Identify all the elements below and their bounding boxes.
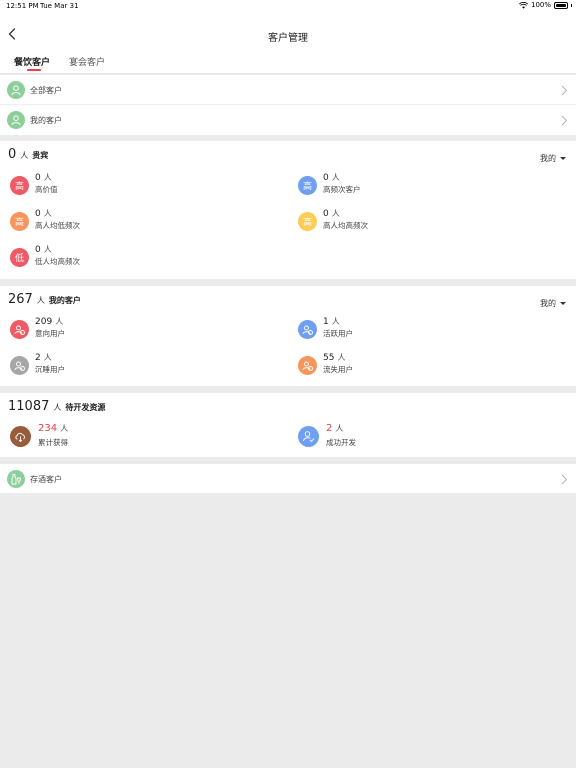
wifi-icon xyxy=(518,1,528,9)
my-customers-row[interactable]: 我的客户 xyxy=(0,105,576,135)
vip-high-avg-low-freq-count: 0 xyxy=(35,209,41,219)
unit-label: 人 xyxy=(60,424,69,433)
user-icon xyxy=(7,81,25,99)
vip-section: 0 人 贵宾 我的 高 0人 高价值 高 0人 高频次客户 高 0人 高人均低频… xyxy=(0,141,576,279)
status-right: 100% xyxy=(518,1,572,9)
vip-label: 贵宾 xyxy=(32,151,49,160)
pending-header: 11087 人 待开发资源 xyxy=(8,399,105,414)
successfully-developed-count: 2 xyxy=(326,423,333,434)
unit-label: 人 xyxy=(55,317,64,326)
vip-filter-dropdown[interactable]: 我的 xyxy=(540,153,566,164)
vip-high-avg-low-freq-desc: 高人均低频次 xyxy=(35,221,80,230)
lost-users-count: 55 xyxy=(323,353,335,363)
mine-header: 267 人 我的客户 xyxy=(8,292,81,307)
wine-bottle-icon xyxy=(7,470,25,488)
vip-high-avg-high-freq-count: 0 xyxy=(323,209,329,219)
my-customers-label: 我的客户 xyxy=(30,116,62,125)
unit-label: 人 xyxy=(43,245,52,254)
page-title: 客户管理 xyxy=(268,33,308,44)
users-icon xyxy=(10,356,29,375)
dormant-users-count: 2 xyxy=(35,353,41,363)
vip-low-avg-high-freq-count: 0 xyxy=(35,245,41,255)
unit-label: 人 xyxy=(43,353,52,362)
battery-icon xyxy=(554,1,568,9)
vip-unit: 人 xyxy=(20,151,29,160)
tab-banquet-customers[interactable]: 宴会客户 xyxy=(69,55,105,68)
vip-header: 0 人 贵宾 xyxy=(8,147,48,162)
vip-low-avg-high-freq-desc: 低人均高频次 xyxy=(35,257,80,266)
battery-percent: 100% xyxy=(530,1,551,9)
users-icon xyxy=(298,320,317,339)
accumulated-acquired-count: 234 xyxy=(38,423,58,434)
accumulated-acquired-desc: 累计获得 xyxy=(38,438,68,447)
tab-bar: 餐饮客户 宴会客户 xyxy=(0,50,576,74)
unit-label: 人 xyxy=(331,209,340,218)
tab-restaurant-customers[interactable]: 餐饮客户 xyxy=(14,55,50,68)
status-time: 12:51 PM xyxy=(6,2,39,10)
active-users-count: 1 xyxy=(323,317,329,327)
my-customers-section: 267 人 我的客户 我的 209 人 意向用户 1人 活跃用户 2人 沉睡用户 … xyxy=(0,286,576,386)
vip-count: 0 xyxy=(8,147,17,162)
pending-unit: 人 xyxy=(53,403,62,412)
pending-label: 待开发资源 xyxy=(65,403,106,412)
caret-down-icon xyxy=(560,157,566,160)
mine-label: 我的客户 xyxy=(48,296,81,305)
status-date: Tue Mar 31 xyxy=(40,2,79,10)
unit-label: 人 xyxy=(331,317,340,326)
unit-label: 人 xyxy=(43,173,52,182)
cloud-download-icon xyxy=(10,426,31,447)
mine-unit: 人 xyxy=(36,296,45,305)
vip-high-avg-high-freq-desc: 高人均高频次 xyxy=(323,221,368,230)
active-tab-indicator xyxy=(27,69,41,71)
pending-count: 11087 xyxy=(8,399,50,414)
vip-high-value-count: 0 xyxy=(35,173,41,183)
all-customers-row[interactable]: 全部客户 xyxy=(0,75,576,105)
users-icon xyxy=(298,356,317,375)
high-badge-icon: 高 xyxy=(10,212,29,231)
mine-count: 267 xyxy=(8,292,33,307)
unit-label: 人 xyxy=(335,424,344,433)
lost-users-desc: 流失用户 xyxy=(323,365,353,374)
successfully-developed-desc: 成功开发 xyxy=(326,438,356,447)
unit-label: 人 xyxy=(43,209,52,218)
low-badge-icon: 低 xyxy=(10,248,29,267)
chevron-right-icon xyxy=(561,474,568,485)
pending-section: 11087 人 待开发资源 234 人 累计获得 2人 成功开发 xyxy=(0,393,576,457)
vip-high-frequency-count: 0 xyxy=(323,173,329,183)
battery-tip xyxy=(571,3,572,7)
vip-filter-label: 我的 xyxy=(540,154,556,163)
unit-label: 人 xyxy=(337,353,346,362)
high-badge-icon: 高 xyxy=(298,176,317,195)
wine-storage-row[interactable]: 存酒客户 xyxy=(0,464,576,493)
vip-high-frequency-desc: 高频次客户 xyxy=(323,185,361,194)
chevron-right-icon xyxy=(561,115,568,126)
vip-high-value-desc: 高价值 xyxy=(35,185,58,194)
chevron-right-icon xyxy=(561,85,568,96)
active-users-desc: 活跃用户 xyxy=(323,329,353,338)
user-icon xyxy=(7,111,25,129)
caret-down-icon xyxy=(560,302,566,305)
unit-label: 人 xyxy=(331,173,340,182)
all-customers-label: 全部客户 xyxy=(30,86,62,95)
mine-filter-label: 我的 xyxy=(540,299,556,308)
status-bar: 12:51 PM Tue Mar 31 100% xyxy=(0,0,576,14)
dormant-users-desc: 沉睡用户 xyxy=(35,365,65,374)
wine-storage-label: 存酒客户 xyxy=(30,475,62,484)
mine-filter-dropdown[interactable]: 我的 xyxy=(540,298,566,309)
intent-users-desc: 意向用户 xyxy=(35,329,65,338)
high-badge-icon: 高 xyxy=(298,212,317,231)
intent-users-count: 209 xyxy=(35,317,53,327)
users-icon xyxy=(10,320,29,339)
user-check-icon xyxy=(298,426,319,447)
high-badge-icon: 高 xyxy=(10,176,29,195)
